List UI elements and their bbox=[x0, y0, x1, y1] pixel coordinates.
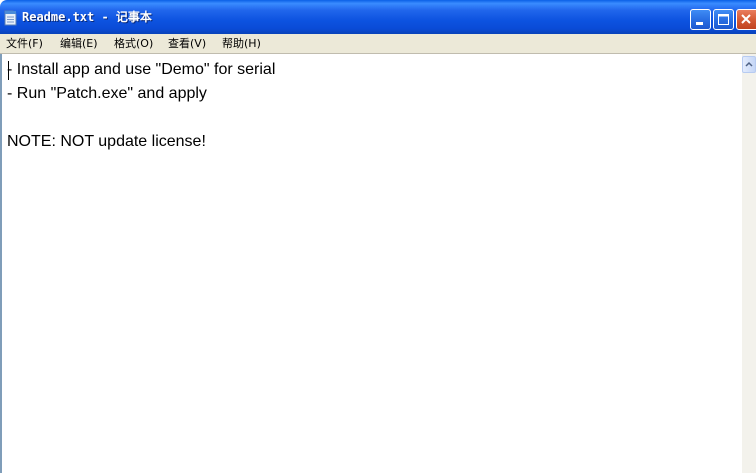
document-text[interactable]: - Install app and use "Demo" for serial … bbox=[7, 58, 275, 154]
maximize-button[interactable] bbox=[713, 9, 734, 30]
menu-help[interactable]: 帮助(H) bbox=[222, 36, 261, 51]
close-button[interactable] bbox=[736, 9, 756, 30]
title-bar[interactable]: Readme.txt - 记事本 bbox=[0, 0, 756, 34]
minimize-icon bbox=[696, 22, 703, 25]
arrow-up-icon bbox=[745, 61, 753, 67]
scroll-up-button[interactable] bbox=[742, 56, 756, 73]
minimize-button[interactable] bbox=[690, 9, 711, 30]
menu-format[interactable]: 格式(O) bbox=[114, 36, 153, 51]
maximize-icon bbox=[718, 14, 729, 25]
menu-view[interactable]: 查看(V) bbox=[168, 36, 206, 51]
vertical-scrollbar[interactable] bbox=[742, 54, 756, 473]
window-title: Readme.txt - 记事本 bbox=[22, 10, 152, 24]
close-icon bbox=[741, 14, 751, 24]
menu-bar: 文件(F) 编辑(E) 格式(O) 查看(V) 帮助(H) bbox=[0, 34, 756, 54]
text-editor[interactable]: - Install app and use "Demo" for serial … bbox=[0, 54, 742, 473]
menu-edit[interactable]: 编辑(E) bbox=[60, 36, 98, 51]
menu-file[interactable]: 文件(F) bbox=[6, 36, 43, 51]
notepad-icon[interactable] bbox=[4, 10, 17, 26]
notepad-window: Readme.txt - 记事本 文件(F) 编辑(E) 格式(O) 查看(V)… bbox=[0, 0, 756, 473]
text-caret bbox=[8, 61, 9, 80]
